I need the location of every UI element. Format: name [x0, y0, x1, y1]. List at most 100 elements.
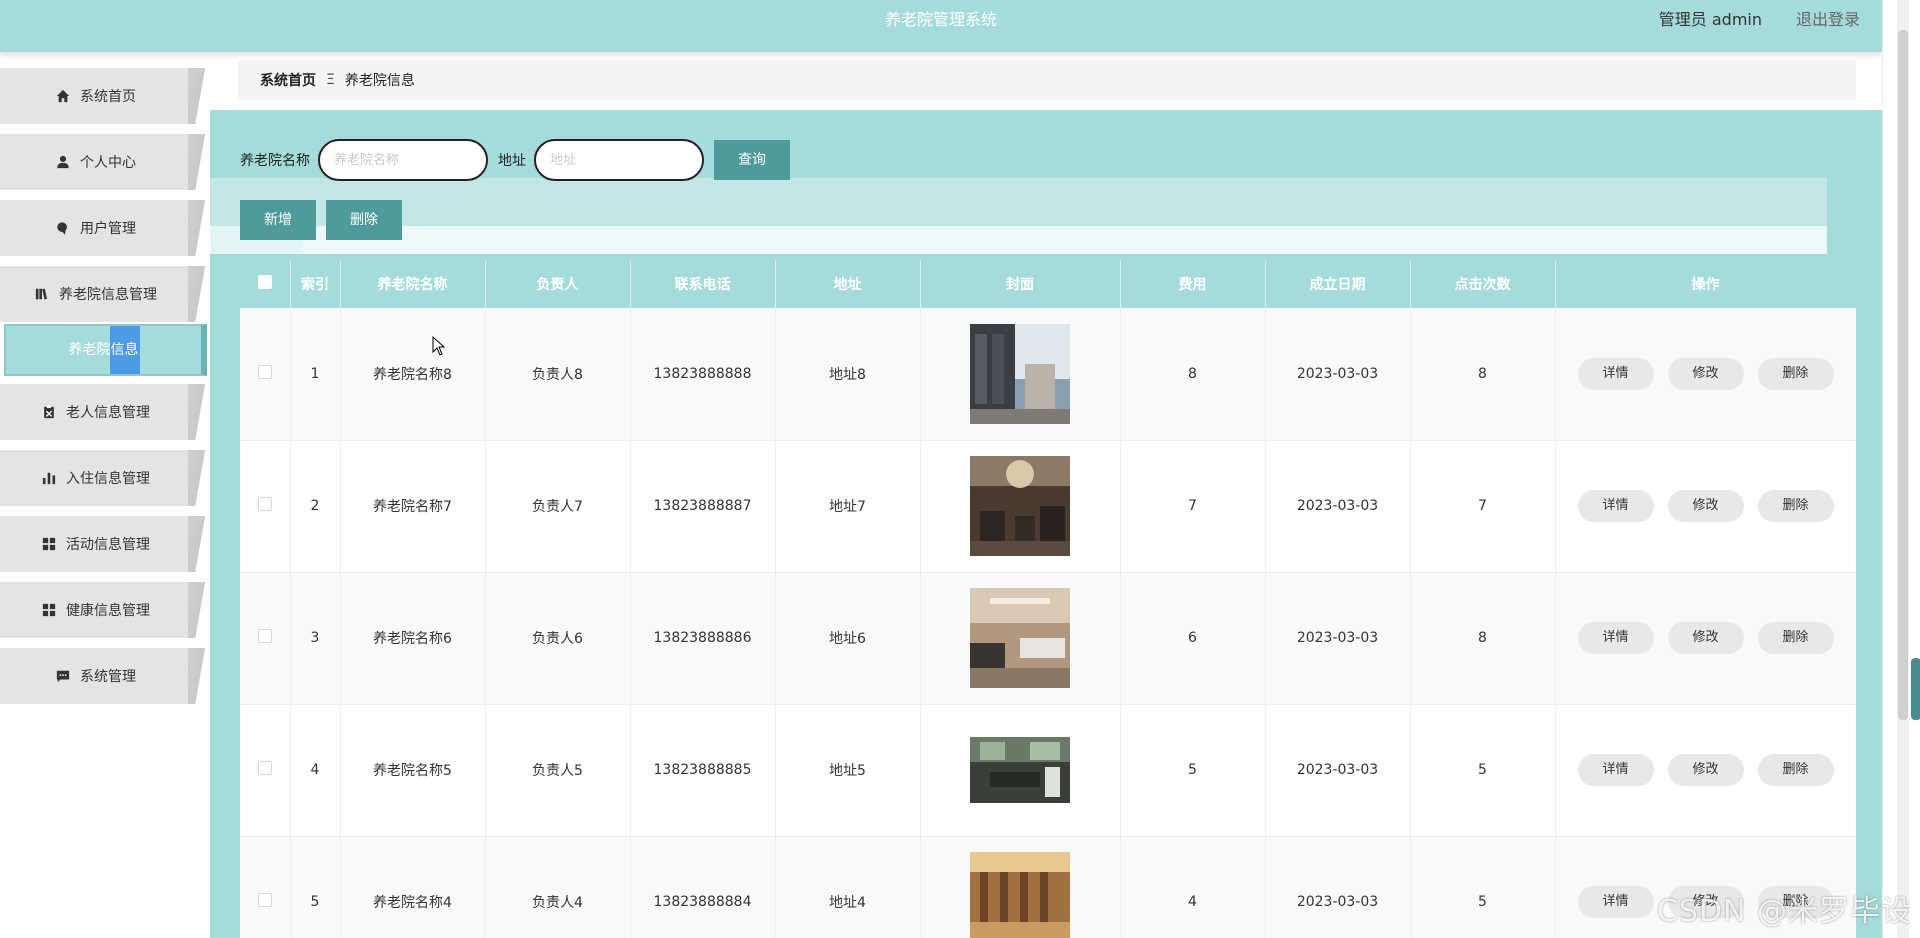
- toolbar: 新增 删除: [240, 200, 402, 240]
- cell-date: 2023-03-03: [1265, 440, 1411, 573]
- cell-name: 养老院名称7: [340, 440, 486, 573]
- cell-phone: 13823888885: [630, 704, 776, 837]
- sidebar-subitem-label: 养老院信息: [68, 342, 139, 358]
- select-all-checkbox[interactable]: [257, 275, 272, 289]
- logout-link[interactable]: 退出登录: [1796, 0, 1860, 40]
- table-row: 1 养老院名称8 负责人8 13823888888 地址8 8 2023-03-…: [240, 308, 1856, 441]
- column-header: 封面: [920, 260, 1121, 308]
- detail-button[interactable]: 详情: [1577, 357, 1654, 390]
- top-bar: 养老院管理系统 管理员 admin 退出登录: [0, 0, 1882, 52]
- row-checkbox[interactable]: [257, 629, 272, 643]
- row-delete-button[interactable]: 删除: [1757, 622, 1834, 654]
- edit-button[interactable]: 修改: [1667, 357, 1744, 390]
- cell-phone: 13823888884: [630, 836, 776, 938]
- cell-phone: 13823888888: [630, 308, 776, 441]
- table-row: 4 养老院名称5 负责人5 13823888885 地址5 5 2023-03-…: [240, 704, 1856, 837]
- cell-fee: 4: [1120, 836, 1266, 938]
- sidebar-item-checkin[interactable]: 入住信息管理: [0, 450, 209, 506]
- query-button[interactable]: 查询: [714, 140, 790, 180]
- sidebar-item-users[interactable]: 用户管理: [0, 200, 209, 256]
- cell-clicks: 5: [1410, 836, 1556, 938]
- cell-name: 养老院名称6: [340, 572, 486, 705]
- current-user: 管理员 admin: [1658, 10, 1762, 29]
- row-delete-button[interactable]: 删除: [1757, 357, 1834, 390]
- column-header: 负责人: [485, 260, 631, 308]
- chat-icon: [56, 669, 70, 683]
- cell-clicks: 5: [1410, 704, 1556, 837]
- column-header: 联系电话: [630, 260, 776, 308]
- sidebar-item-profile[interactable]: 个人中心: [0, 134, 209, 190]
- sidebar-item-label: 老人信息管理: [66, 405, 150, 421]
- table-row: 2 养老院名称7 负责人7 13823888887 地址7 7 2023-03-…: [240, 440, 1856, 573]
- cell-fee: 5: [1120, 704, 1266, 837]
- add-button[interactable]: 新增: [240, 200, 316, 240]
- table-row: 3 养老院名称6 负责人6 13823888886 地址6 6 2023-03-…: [240, 572, 1856, 705]
- cell-manager: 负责人8: [485, 308, 631, 441]
- cell-address: 地址6: [775, 572, 921, 705]
- row-checkbox[interactable]: [257, 761, 272, 775]
- mouse-cursor-icon: [432, 336, 446, 356]
- cell-phone: 13823888887: [630, 440, 776, 573]
- select-all-cell[interactable]: [240, 260, 291, 308]
- detail-button[interactable]: 详情: [1577, 754, 1654, 786]
- delete-button[interactable]: 删除: [326, 200, 402, 240]
- sidebar-item-home[interactable]: 系统首页: [0, 68, 209, 124]
- table-row: 5 养老院名称4 负责人4 13823888884 地址4 4 2023-03-…: [240, 836, 1856, 938]
- address-search-input[interactable]: [534, 139, 704, 181]
- column-header: 成立日期: [1265, 260, 1411, 308]
- scrollbar-thumb[interactable]: [1898, 30, 1908, 720]
- row-checkbox[interactable]: [257, 497, 272, 511]
- side-widget-handle[interactable]: [1911, 658, 1920, 720]
- cell-manager: 负责人6: [485, 572, 631, 705]
- sidebar-item-label: 系统管理: [80, 669, 136, 685]
- row-delete-button[interactable]: 删除: [1757, 490, 1834, 522]
- detail-button[interactable]: 详情: [1577, 886, 1654, 918]
- sidebar-item-label: 系统首页: [80, 89, 136, 105]
- name-label: 养老院名称: [240, 153, 310, 169]
- sidebar-subitem-nursing-home-info[interactable]: 养老院信息: [4, 324, 207, 376]
- cell-index: 3: [290, 572, 341, 705]
- sidebar-item-health[interactable]: 健康信息管理: [0, 582, 209, 638]
- sidebar: 系统首页 个人中心 用户管理 养老院信息管理 养老院信息 老人信息管理 入住信息…: [0, 52, 210, 938]
- detail-button[interactable]: 详情: [1577, 490, 1654, 522]
- user-icon: [56, 155, 70, 169]
- cell-name: 养老院名称5: [340, 704, 486, 837]
- cell-date: 2023-03-03: [1265, 836, 1411, 938]
- home-icon: [56, 89, 70, 103]
- sidebar-item-activities[interactable]: 活动信息管理: [0, 516, 209, 572]
- cell-address: 地址7: [775, 440, 921, 573]
- breadcrumb-home[interactable]: 系统首页: [260, 70, 316, 90]
- detail-button[interactable]: 详情: [1577, 622, 1654, 654]
- row-checkbox[interactable]: [257, 893, 272, 907]
- cell-address: 地址5: [775, 704, 921, 837]
- breadcrumb: 系统首页 Ξ 养老院信息: [238, 60, 1856, 100]
- cell-manager: 负责人5: [485, 704, 631, 837]
- grid-icon: [42, 537, 56, 551]
- row-delete-button[interactable]: 删除: [1757, 754, 1834, 786]
- cover-image: [970, 456, 1070, 556]
- column-header: 养老院名称: [340, 260, 486, 308]
- row-checkbox[interactable]: [257, 364, 272, 379]
- cell-date: 2023-03-03: [1265, 308, 1411, 441]
- cell-address: 地址4: [775, 836, 921, 938]
- app-title: 养老院管理系统: [884, 10, 997, 29]
- table-header-row: 索引 养老院名称 负责人 联系电话 地址 封面 费用 成立日期 点击次数 操作: [240, 260, 1856, 308]
- search-form: 养老院名称 地址 查询: [240, 139, 790, 181]
- sidebar-item-elders[interactable]: 老人信息管理: [0, 384, 209, 440]
- sidebar-item-nursing-home[interactable]: 养老院信息管理: [0, 266, 209, 322]
- column-header: 费用: [1120, 260, 1266, 308]
- edit-button[interactable]: 修改: [1667, 754, 1744, 786]
- column-header: 点击次数: [1410, 260, 1556, 308]
- sidebar-item-label: 用户管理: [80, 221, 136, 237]
- cell-index: 2: [290, 440, 341, 573]
- bar-chart-icon: [42, 471, 56, 485]
- watermark: CSDN @米罗毕设: [1656, 894, 1912, 929]
- cell-clicks: 8: [1410, 572, 1556, 705]
- sidebar-item-system[interactable]: 系统管理: [0, 648, 209, 704]
- column-header: 索引: [290, 260, 341, 308]
- vertical-scrollbar[interactable]: [1882, 0, 1920, 938]
- edit-button[interactable]: 修改: [1667, 490, 1744, 522]
- edit-button[interactable]: 修改: [1667, 622, 1744, 654]
- cell-fee: 8: [1120, 308, 1266, 441]
- name-search-input[interactable]: [318, 139, 488, 181]
